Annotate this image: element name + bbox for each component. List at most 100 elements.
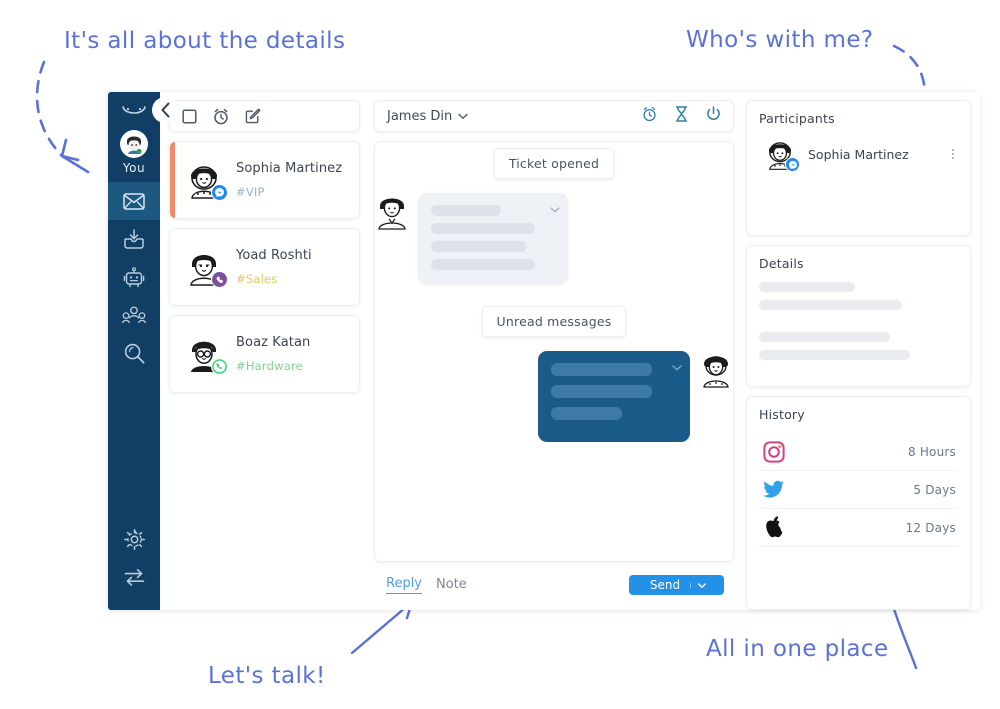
rail-item-inbox[interactable] xyxy=(108,182,160,220)
list-item[interactable]: Yoad Roshti #Sales xyxy=(169,228,360,306)
incoming-message-bubble[interactable] xyxy=(418,193,568,284)
alarm-clock-icon xyxy=(214,108,228,124)
side-panels-column: Participants Sophia Martinez Details His… xyxy=(740,92,980,610)
skeleton-line xyxy=(431,241,528,252)
avatar xyxy=(699,351,733,389)
send-options-button[interactable] xyxy=(690,582,707,588)
message-options-button[interactable] xyxy=(550,200,560,218)
caret-down-icon xyxy=(698,582,707,588)
gear-icon xyxy=(123,528,145,550)
chevron-down-icon xyxy=(458,113,468,119)
chat-header-actions xyxy=(642,105,721,127)
participant-row[interactable]: Sophia Martinez xyxy=(759,137,958,172)
page-title: James Din xyxy=(387,108,453,124)
avatar xyxy=(184,247,228,288)
skeleton-line xyxy=(431,259,535,270)
twitter-icon xyxy=(761,480,787,499)
power-icon xyxy=(707,106,720,120)
history-time: 5 Days xyxy=(913,482,956,497)
checkbox-icon xyxy=(182,108,197,124)
send-button[interactable]: Send xyxy=(629,575,724,595)
tab-note[interactable]: Note xyxy=(436,577,467,594)
conversation-tag: #Hardware xyxy=(236,359,303,373)
history-time: 8 Hours xyxy=(907,444,956,459)
history-panel: History 8 Hours 5 Days 12 Days xyxy=(746,396,971,610)
annotation-participants: Who's with me? xyxy=(686,27,874,53)
alarm-clock-icon xyxy=(643,106,656,121)
list-item[interactable]: Sophia Martinez #VIP xyxy=(169,141,360,219)
avatar xyxy=(184,160,228,201)
conversation-tag: #Sales xyxy=(236,272,278,286)
viber-badge-icon xyxy=(211,271,228,288)
conversation-name: Yoad Roshti xyxy=(236,248,312,263)
snooze-button[interactable] xyxy=(213,108,229,125)
message-options-button[interactable] xyxy=(672,358,682,376)
history-row[interactable]: 8 Hours xyxy=(759,433,958,471)
transfer-icon xyxy=(124,569,144,586)
rail-nav xyxy=(108,182,160,372)
whatsapp-badge-icon xyxy=(211,358,228,375)
archive-download-icon xyxy=(124,229,144,249)
hourglass-icon xyxy=(675,105,688,122)
outgoing-message-bubble[interactable] xyxy=(538,351,690,442)
skeleton-line xyxy=(759,300,903,310)
chat-body: Ticket opened Unread messages xyxy=(374,141,734,562)
chat-header: James Din xyxy=(374,100,734,132)
annotation-history: All in one place xyxy=(706,636,889,662)
history-row[interactable]: 12 Days xyxy=(759,509,958,547)
history-row[interactable]: 5 Days xyxy=(759,471,958,509)
robot-icon xyxy=(123,266,145,287)
rail-item-transfer[interactable] xyxy=(108,558,160,596)
messenger-badge-icon xyxy=(785,157,800,172)
chat-column: James Din Ticket opened Unread messages … xyxy=(368,92,740,610)
rail-item-settings[interactable] xyxy=(108,520,160,558)
avatar xyxy=(763,137,800,172)
chevron-down-icon xyxy=(550,207,560,213)
skeleton-line xyxy=(759,282,855,292)
details-panel: Details xyxy=(746,245,971,387)
skeleton-line xyxy=(431,223,535,234)
outgoing-message-row xyxy=(375,351,733,442)
list-item[interactable]: Boaz Katan #Hardware xyxy=(169,315,360,393)
rail-item-team[interactable] xyxy=(108,296,160,334)
skeleton-line xyxy=(431,205,502,216)
snooze-conversation-button[interactable] xyxy=(642,106,657,127)
history-title: History xyxy=(759,407,805,422)
history-time: 12 Days xyxy=(905,520,956,535)
list-item-text: Boaz Katan #Hardware xyxy=(236,335,310,373)
ticket-opened-divider: Ticket opened xyxy=(493,148,615,179)
send-button-label: Send xyxy=(649,578,681,592)
conversation-list-column: Sophia Martinez #VIP Yoad Roshti #Sales … xyxy=(160,92,368,610)
chat-title-dropdown[interactable]: James Din xyxy=(387,109,468,124)
rail-nav-bottom xyxy=(108,520,160,596)
kebab-menu-icon[interactable] xyxy=(948,147,958,161)
messenger-badge-icon xyxy=(211,184,228,201)
rail-item-archive[interactable] xyxy=(108,220,160,258)
left-rail: You xyxy=(108,92,178,610)
annotation-details: It's all about the details xyxy=(64,28,346,54)
close-conversation-button[interactable] xyxy=(706,106,721,126)
conversation-name: Sophia Martinez xyxy=(236,161,343,176)
rail-item-bots[interactable] xyxy=(108,258,160,296)
tab-reply[interactable]: Reply xyxy=(386,576,423,594)
participants-panel: Participants Sophia Martinez xyxy=(746,100,971,236)
avatar xyxy=(184,334,228,375)
pending-button[interactable] xyxy=(675,105,688,127)
rail-item-search[interactable] xyxy=(108,334,160,372)
incoming-message-row xyxy=(375,193,733,284)
envelope-icon xyxy=(123,192,145,210)
skeleton-line xyxy=(551,363,653,376)
sidebar-collapse-button[interactable] xyxy=(152,97,178,123)
list-toolbar xyxy=(169,100,360,132)
skeleton-line xyxy=(759,350,911,360)
search-icon xyxy=(124,343,144,363)
skeleton-line xyxy=(551,407,623,420)
select-all-button[interactable] xyxy=(182,108,197,124)
avatar[interactable] xyxy=(120,130,148,158)
compose-button[interactable] xyxy=(245,108,261,124)
smile-logo-icon[interactable] xyxy=(121,100,147,122)
participant-name: Sophia Martinez xyxy=(808,146,909,162)
team-icon xyxy=(122,306,146,323)
apple-icon xyxy=(761,516,787,539)
compose-icon xyxy=(245,108,261,124)
